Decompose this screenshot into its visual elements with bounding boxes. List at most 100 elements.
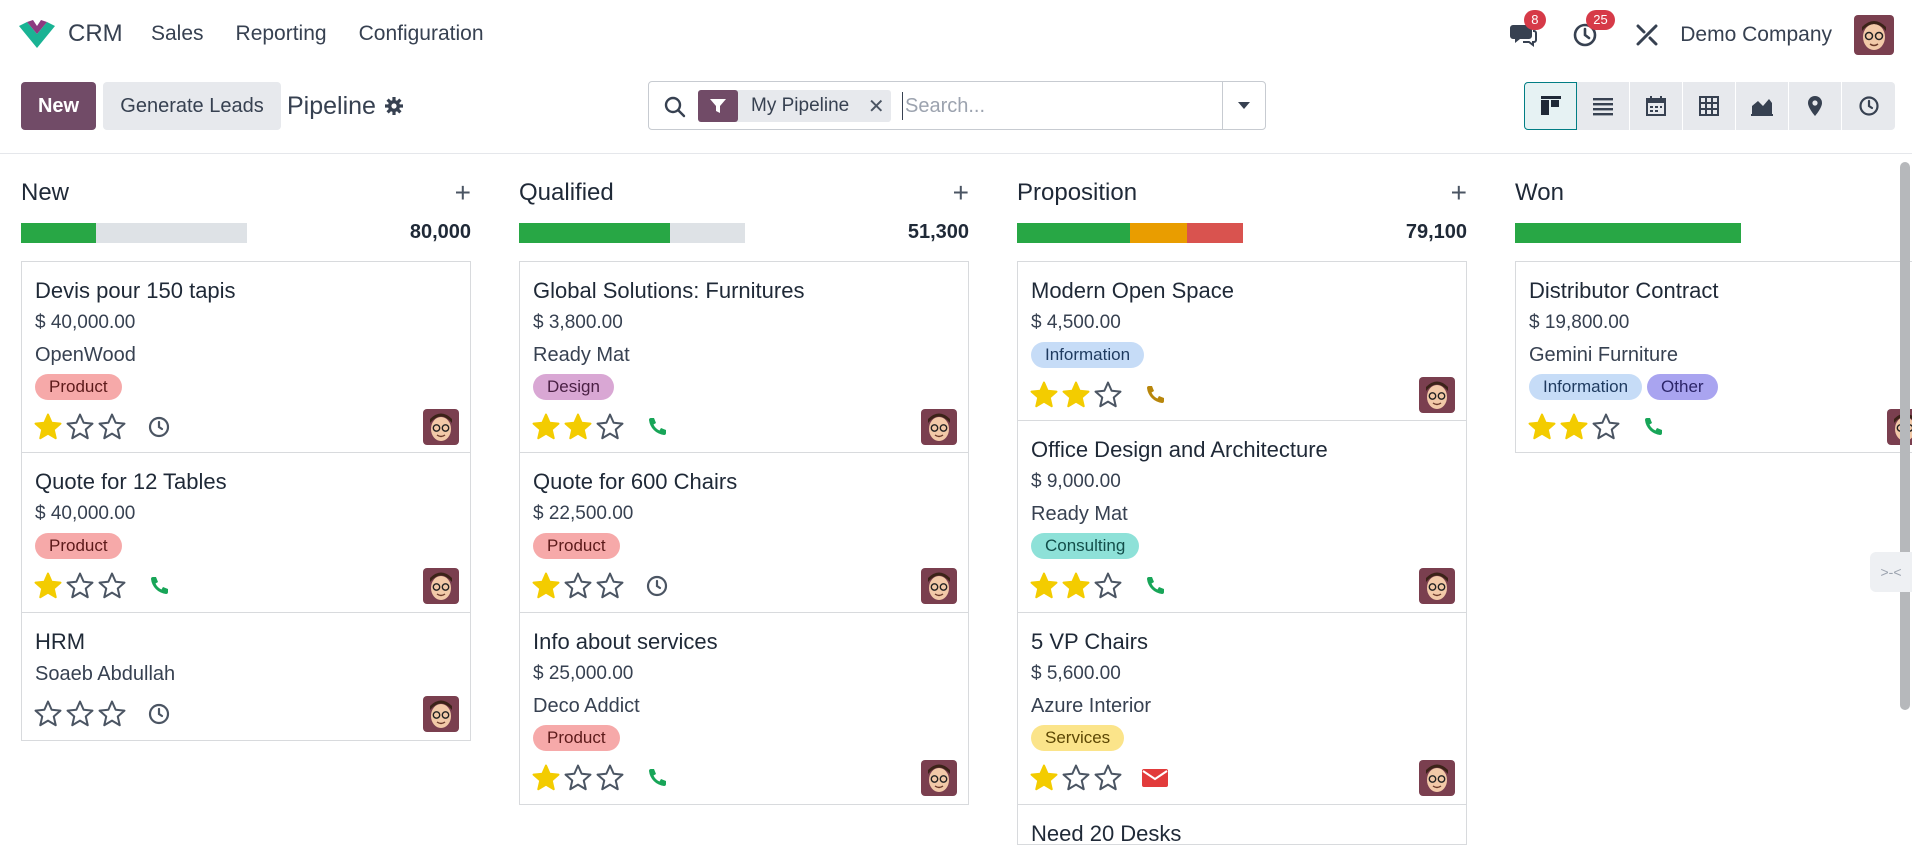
column-title[interactable]: Qualified — [519, 179, 614, 207]
star-filled-icon[interactable] — [563, 412, 593, 442]
kanban-card[interactable]: HRM Soaeb Abdullah — [21, 613, 471, 741]
crm-logo-icon[interactable] — [17, 20, 57, 50]
side-panel-toggle[interactable]: >-< — [1870, 552, 1912, 592]
activity-phone-icon[interactable] — [1141, 572, 1169, 600]
salesperson-avatar[interactable] — [921, 568, 957, 604]
progress-segment-orange[interactable] — [1130, 223, 1187, 243]
activity-phone-icon-warning[interactable] — [1141, 381, 1169, 409]
search-icon[interactable] — [663, 95, 687, 119]
star-empty-icon[interactable] — [97, 699, 127, 729]
graph-view-button[interactable] — [1736, 82, 1789, 130]
search-options-toggle[interactable] — [1222, 82, 1265, 129]
activities-button[interactable]: 25 — [1568, 10, 1615, 52]
salesperson-avatar[interactable] — [423, 409, 459, 445]
star-empty-icon[interactable] — [33, 699, 63, 729]
kanban-card[interactable]: Global Solutions: Furnitures $ 3,800.00 Re… — [519, 261, 969, 453]
salesperson-avatar[interactable] — [423, 568, 459, 604]
new-button[interactable]: New — [21, 82, 96, 130]
kanban-card[interactable]: Quote for 12 Tables $ 40,000.00 Product — [21, 453, 471, 613]
generate-leads-button[interactable]: Generate Leads — [103, 82, 281, 130]
star-filled-icon[interactable] — [33, 571, 63, 601]
activity-clock-icon[interactable] — [643, 572, 671, 600]
kanban-card[interactable]: 5 VP Chairs $ 5,600.00 Azure Interior Servi… — [1017, 613, 1467, 805]
star-filled-icon[interactable] — [1527, 412, 1557, 442]
star-empty-icon[interactable] — [1093, 380, 1123, 410]
kanban-card[interactable]: Info about services $ 25,000.00 Deco Addic… — [519, 613, 969, 805]
progress-segment-red[interactable] — [1186, 223, 1243, 243]
star-empty-icon[interactable] — [595, 412, 625, 442]
star-empty-icon[interactable] — [97, 571, 127, 601]
salesperson-avatar[interactable] — [921, 760, 957, 796]
kanban-card[interactable]: Devis pour 150 tapis $ 40,000.00 OpenWood P… — [21, 261, 471, 453]
star-filled-icon[interactable] — [1061, 571, 1091, 601]
company-switcher[interactable]: Demo Company — [1680, 23, 1832, 47]
salesperson-avatar[interactable] — [1419, 760, 1455, 796]
kanban-card[interactable]: Need 20 Desks — [1017, 805, 1467, 846]
salesperson-avatar[interactable] — [921, 409, 957, 445]
app-name[interactable]: CRM — [68, 20, 123, 48]
activity-phone-icon[interactable] — [643, 413, 671, 441]
progress-segment-green[interactable] — [519, 223, 671, 243]
star-filled-icon[interactable] — [531, 571, 561, 601]
quick-create-plus-icon[interactable]: + — [953, 179, 969, 207]
kanban-card[interactable]: Quote for 600 Chairs $ 22,500.00 Product — [519, 453, 969, 613]
column-title[interactable]: Won — [1515, 179, 1564, 207]
activity-phone-icon[interactable] — [1639, 413, 1667, 441]
star-filled-icon[interactable] — [33, 412, 63, 442]
kanban-card[interactable]: Office Design and Architecture $ 9,000.00… — [1017, 421, 1467, 613]
menu-sales[interactable]: Sales — [151, 22, 204, 46]
map-view-button[interactable] — [1789, 82, 1842, 130]
gear-icon[interactable] — [384, 96, 404, 116]
star-empty-icon[interactable] — [97, 412, 127, 442]
salesperson-avatar[interactable] — [1419, 568, 1455, 604]
search-input[interactable] — [902, 92, 1202, 120]
salesperson-avatar[interactable] — [423, 696, 459, 732]
user-avatar[interactable] — [1854, 15, 1894, 55]
star-filled-icon[interactable] — [1029, 571, 1059, 601]
star-empty-icon[interactable] — [65, 412, 95, 442]
messages-button[interactable]: 8 — [1506, 10, 1546, 52]
progress-segment-green[interactable] — [21, 223, 96, 243]
star-filled-icon[interactable] — [1061, 380, 1091, 410]
activity-view-button[interactable] — [1842, 82, 1895, 130]
star-empty-icon[interactable] — [563, 571, 593, 601]
activity-clock-icon[interactable] — [145, 413, 173, 441]
star-empty-icon[interactable] — [595, 763, 625, 793]
star-filled-icon[interactable] — [1559, 412, 1589, 442]
list-view-button[interactable] — [1577, 82, 1630, 130]
star-filled-icon[interactable] — [1029, 380, 1059, 410]
star-empty-icon[interactable] — [595, 571, 625, 601]
quick-create-plus-icon[interactable]: + — [1451, 179, 1467, 207]
activity-phone-icon[interactable] — [145, 572, 173, 600]
progress-segment-green[interactable] — [1017, 223, 1130, 243]
star-empty-icon[interactable] — [1093, 571, 1123, 601]
progress-segment-green[interactable] — [1515, 223, 1741, 243]
debug-tools-button[interactable] — [1630, 18, 1664, 52]
activity-clock-icon[interactable] — [145, 700, 173, 728]
pivot-view-button[interactable] — [1683, 82, 1736, 130]
quick-create-plus-icon[interactable]: + — [455, 179, 471, 207]
star-empty-icon[interactable] — [563, 763, 593, 793]
star-filled-icon[interactable] — [531, 412, 561, 442]
star-empty-icon[interactable] — [1591, 412, 1621, 442]
menu-reporting[interactable]: Reporting — [236, 22, 327, 46]
star-empty-icon[interactable] — [65, 699, 95, 729]
kanban-card[interactable]: Modern Open Space $ 4,500.00 Information — [1017, 261, 1467, 421]
column-title[interactable]: Proposition — [1017, 179, 1137, 207]
star-filled-icon[interactable] — [531, 763, 561, 793]
vertical-scrollbar[interactable] — [1900, 162, 1910, 710]
star-empty-icon[interactable] — [1061, 763, 1091, 793]
salesperson-avatar[interactable] — [1419, 377, 1455, 413]
calendar-view-button[interactable] — [1630, 82, 1683, 130]
card-customer: Ready Mat — [533, 344, 630, 366]
star-empty-icon[interactable] — [1093, 763, 1123, 793]
kanban-card[interactable]: Distributor Contract $ 19,800.00 Gemini Fu… — [1515, 261, 1912, 453]
facet-remove-icon[interactable]: ✕ — [861, 90, 891, 122]
activity-phone-icon[interactable] — [643, 764, 671, 792]
star-filled-icon[interactable] — [1029, 763, 1059, 793]
menu-configuration[interactable]: Configuration — [359, 22, 484, 46]
kanban-view-button[interactable] — [1524, 82, 1577, 130]
star-empty-icon[interactable] — [65, 571, 95, 601]
activity-envelope-icon[interactable] — [1141, 764, 1169, 792]
column-title[interactable]: New — [21, 179, 69, 207]
